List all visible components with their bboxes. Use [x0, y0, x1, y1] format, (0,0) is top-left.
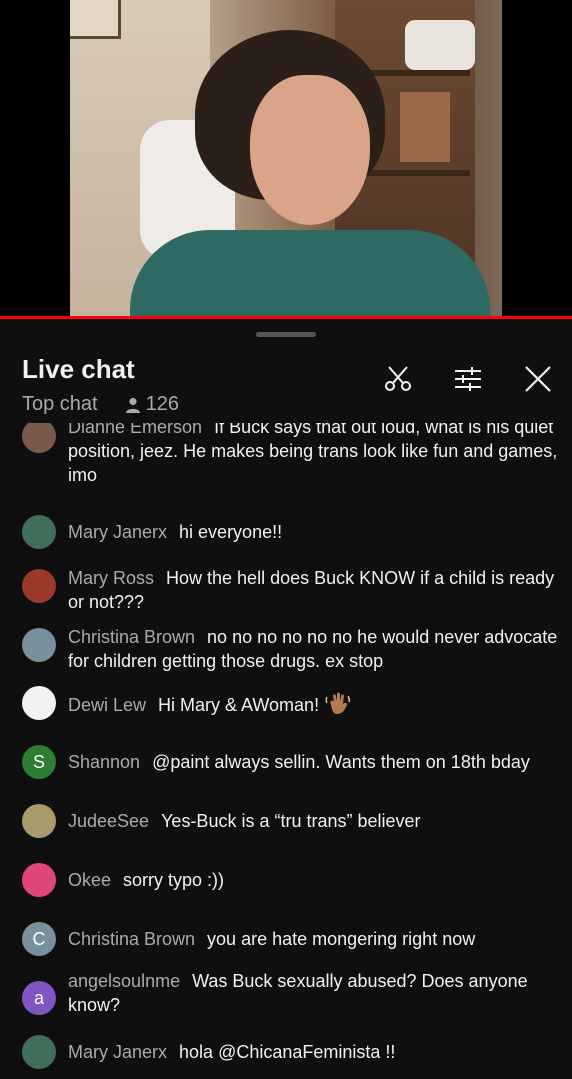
close-icon[interactable]: [522, 363, 554, 395]
chat-author[interactable]: angelsoulnme: [68, 971, 180, 991]
avatar[interactable]: [22, 569, 56, 603]
live-chat-panel: Live chat Top chat 126 Dianne Emerson If…: [0, 319, 572, 1079]
avatar[interactable]: a: [22, 981, 56, 1015]
avatar[interactable]: [22, 515, 56, 549]
chat-text: Yes-Buck is a “tru trans” believer: [161, 811, 421, 831]
chat-message-list[interactable]: Dianne Emerson If Buck says that out loud…: [0, 423, 572, 1079]
chat-author[interactable]: Mary Ross: [68, 568, 154, 588]
chat-author[interactable]: Okee: [68, 870, 111, 890]
avatar[interactable]: S: [22, 745, 56, 779]
scissors-icon[interactable]: [382, 363, 414, 395]
person-icon: [125, 397, 140, 413]
chat-text: hi everyone!!: [179, 522, 283, 542]
avatar-initial: a: [33, 987, 44, 1008]
chat-author[interactable]: Christina Brown: [68, 929, 195, 949]
chat-text: you are hate mongering right now: [207, 929, 476, 949]
chat-text: Hi Mary & AWoman!: [158, 695, 320, 715]
chat-author[interactable]: Dewi Lew: [68, 695, 146, 715]
chat-author[interactable]: JudeeSee: [68, 811, 149, 831]
video-player[interactable]: [0, 0, 572, 317]
chat-author[interactable]: Mary Janerx: [68, 1042, 167, 1062]
video-frame: [70, 0, 502, 317]
avatar[interactable]: [22, 863, 56, 897]
drag-handle[interactable]: [256, 332, 316, 337]
panel-title: Live chat: [22, 354, 135, 384]
viewer-count: 126: [124, 393, 179, 416]
avatar[interactable]: [22, 423, 56, 453]
avatar-initial: C: [32, 928, 46, 949]
avatar-initial: S: [32, 751, 45, 772]
chat-author[interactable]: Mary Janerx: [68, 522, 167, 542]
avatar[interactable]: [22, 804, 56, 838]
chat-author[interactable]: Dianne Emerson: [68, 423, 202, 437]
waving-hand-icon: [325, 691, 351, 717]
chat-text: hola @ChicanaFeminista !!: [179, 1042, 396, 1062]
sliders-icon[interactable]: [452, 363, 484, 395]
avatar[interactable]: [22, 628, 56, 662]
avatar[interactable]: [22, 1035, 56, 1069]
chat-mode-selector[interactable]: Top chat: [22, 393, 98, 416]
chat-author[interactable]: Christina Brown: [68, 627, 195, 647]
chat-text: sorry typo :)): [123, 870, 225, 890]
viewer-count-value: 126: [145, 393, 179, 415]
avatar[interactable]: [22, 686, 56, 720]
avatar[interactable]: C: [22, 922, 56, 956]
chat-text: @paint always sellin. Wants them on 18th…: [152, 752, 530, 772]
chat-author[interactable]: Shannon: [68, 752, 140, 772]
chat-mode-row: Top chat 126: [22, 393, 179, 416]
